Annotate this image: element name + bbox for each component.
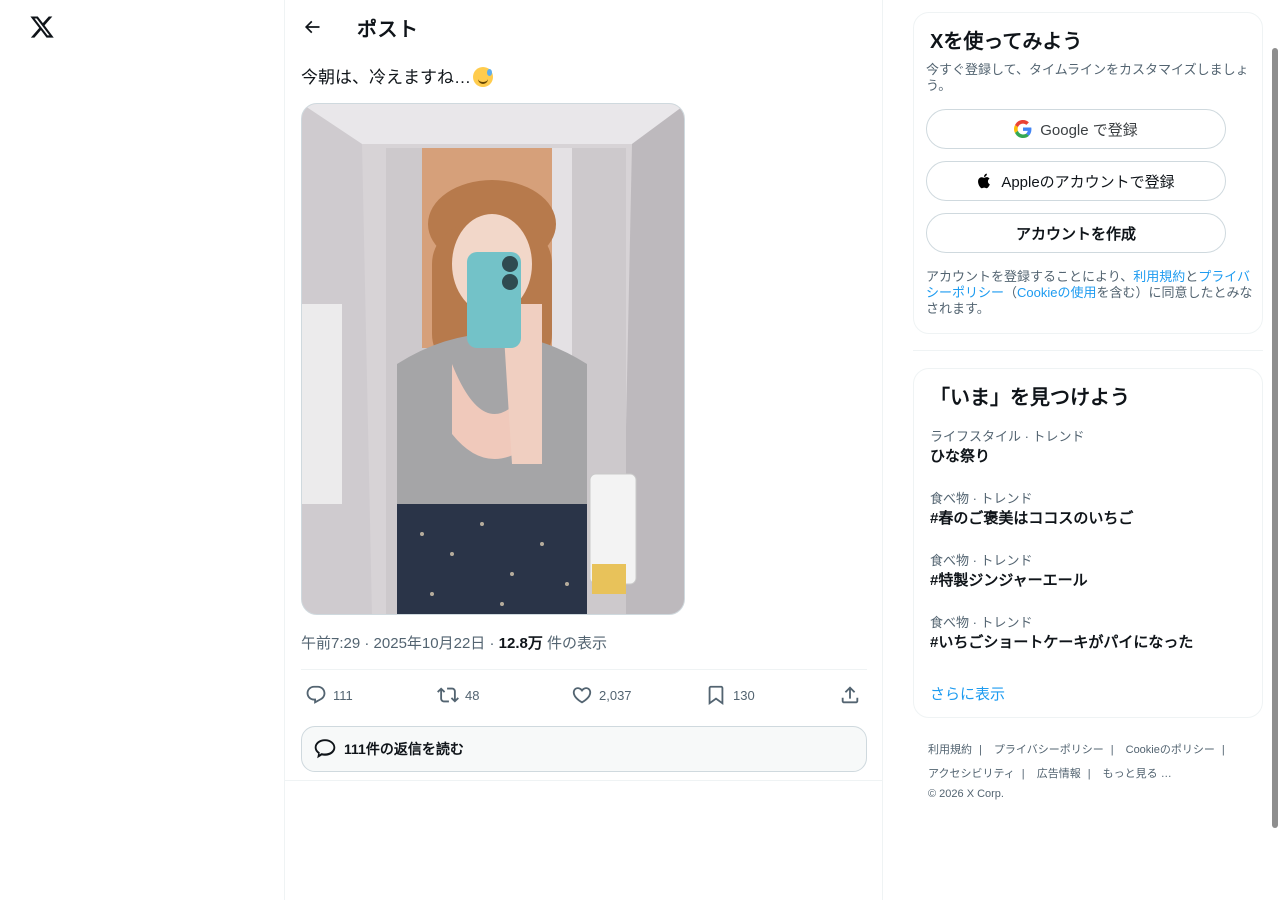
like-icon (572, 687, 592, 704)
trends-title: 「いま」を見つけよう (930, 387, 1130, 409)
footer-privacy-link[interactable]: プライバシーポリシー (994, 744, 1104, 756)
post-image[interactable] (301, 103, 685, 615)
terms-notice: アカウントを登録することにより、利用規約とプライバシーポリシー（Cookieの使… (926, 269, 1258, 317)
trend-item[interactable]: 食べ物 · トレンド #特製ジンジャーエール (930, 553, 1250, 591)
top-bar: ポスト (285, 0, 883, 53)
divider (285, 780, 883, 781)
terms-link[interactable]: 利用規約 (1133, 269, 1185, 284)
back-arrow-icon (304, 20, 320, 34)
footer-ads-link[interactable]: 広告情報 (1037, 768, 1081, 780)
trend-category: 食べ物 · トレンド (930, 491, 1033, 506)
post-time[interactable]: 午前7:29 (301, 635, 360, 652)
cookie-link[interactable]: Cookieの使用 (1017, 285, 1096, 300)
terms-and: と (1185, 269, 1199, 284)
terms-paren: （ (1004, 285, 1018, 300)
apple-signup-label: Appleのアカウントで登録 (1001, 173, 1175, 191)
copyright: © 2026 X Corp. (928, 788, 1004, 800)
create-account-label: アカウントを作成 (1015, 225, 1136, 243)
footer-terms-link[interactable]: 利用規約 (928, 744, 972, 756)
footer-accessibility-link[interactable]: アクセシビリティ (928, 768, 1015, 780)
trend-item[interactable]: 食べ物 · トレンド #春のご褒美はココスのいちご (930, 491, 1250, 529)
trends-card: 「いま」を見つけよう ライフスタイル · トレンド ひな祭り 食べ物 · トレン… (913, 368, 1263, 718)
trend-name: ひな祭り (930, 448, 991, 465)
divider (301, 669, 867, 670)
reply-count: 111 (333, 687, 353, 703)
left-nav (0, 0, 284, 900)
repost-icon (437, 687, 459, 703)
terms-prefix: アカウントを登録することにより、 (926, 269, 1134, 284)
footer-cookie-link[interactable]: Cookieのポリシー (1126, 744, 1215, 756)
footer-links: 利用規約 | プライバシーポリシー | Cookieのポリシー | アクセシビリティ |… (928, 738, 1258, 802)
repost-count: 48 (465, 687, 480, 703)
reply-button[interactable]: 111 (305, 672, 353, 718)
apple-signup-button[interactable]: Appleのアカウントで登録 (926, 161, 1226, 201)
like-button[interactable]: 2,037 (571, 672, 632, 718)
post-date[interactable]: 2025年10月22日 (374, 635, 486, 652)
divider (913, 350, 1263, 351)
google-icon (1014, 120, 1032, 138)
trend-item[interactable]: ライフスタイル · トレンド ひな祭り (930, 429, 1250, 467)
signup-title: Xを使ってみよう (930, 31, 1083, 53)
x-logo-icon[interactable] (29, 14, 55, 40)
signup-subtitle: 今すぐ登録して、タイムラインをカスタマイズしましょう。 (926, 62, 1249, 93)
signup-card: Xを使ってみよう 今すぐ登録して、タイムラインをカスタマイズしましょう。 Goo… (913, 12, 1263, 334)
photo-illustration (302, 104, 684, 614)
back-button[interactable] (295, 10, 329, 44)
view-count: 12.8万 (498, 635, 543, 652)
share-button[interactable] (839, 672, 861, 718)
post-text: 今朝は、冷えますね… (301, 66, 493, 90)
read-replies-button[interactable]: 111件の返信を読む (301, 726, 867, 772)
google-signup-label: Google で登録 (1040, 121, 1138, 139)
post-meta: 午前7:29 · 2025年10月22日 · 12.8万 件の表示 (301, 635, 608, 652)
view-label: 件の表示 (547, 635, 608, 652)
read-replies-label: 111件の返信を読む (344, 741, 464, 757)
scrollbar[interactable] (1272, 48, 1278, 828)
create-account-button[interactable]: アカウントを作成 (926, 213, 1226, 253)
reply-icon (306, 685, 326, 704)
primary-column: ポスト 今朝は、冷えますね… 午前7:29 · 2025年10月22日 · 12… (284, 0, 883, 900)
footer-more-link[interactable]: もっと見る … (1103, 768, 1172, 780)
trend-name: #特製ジンジャーエール (930, 572, 1088, 589)
bookmark-icon (708, 685, 724, 706)
trend-category: ライフスタイル · トレンド (930, 429, 1085, 444)
sweat-smile-emoji-icon (473, 67, 493, 87)
chat-bubble-icon (314, 739, 336, 759)
bookmark-count: 130 (733, 687, 755, 703)
like-count: 2,037 (599, 687, 632, 703)
show-more-link[interactable]: さらに表示 (930, 683, 1005, 704)
apple-icon (978, 173, 991, 189)
bookmark-button[interactable]: 130 (705, 672, 755, 718)
trend-category: 食べ物 · トレンド (930, 615, 1033, 630)
trend-name: #春のご褒美はココスのいちご (930, 510, 1134, 527)
repost-button[interactable]: 48 (437, 672, 479, 718)
post-text-content: 今朝は、冷えますね… (301, 68, 471, 87)
google-signup-button[interactable]: Google で登録 (926, 109, 1226, 149)
share-icon (841, 686, 859, 704)
action-bar: 111 48 2,037 130 (301, 672, 867, 718)
trend-category: 食べ物 · トレンド (930, 553, 1033, 568)
page-title: ポスト (357, 19, 419, 41)
trend-item[interactable]: 食べ物 · トレンド #いちごショートケーキがパイになった (930, 615, 1250, 653)
trend-name: #いちごショートケーキがパイになった (930, 634, 1194, 651)
